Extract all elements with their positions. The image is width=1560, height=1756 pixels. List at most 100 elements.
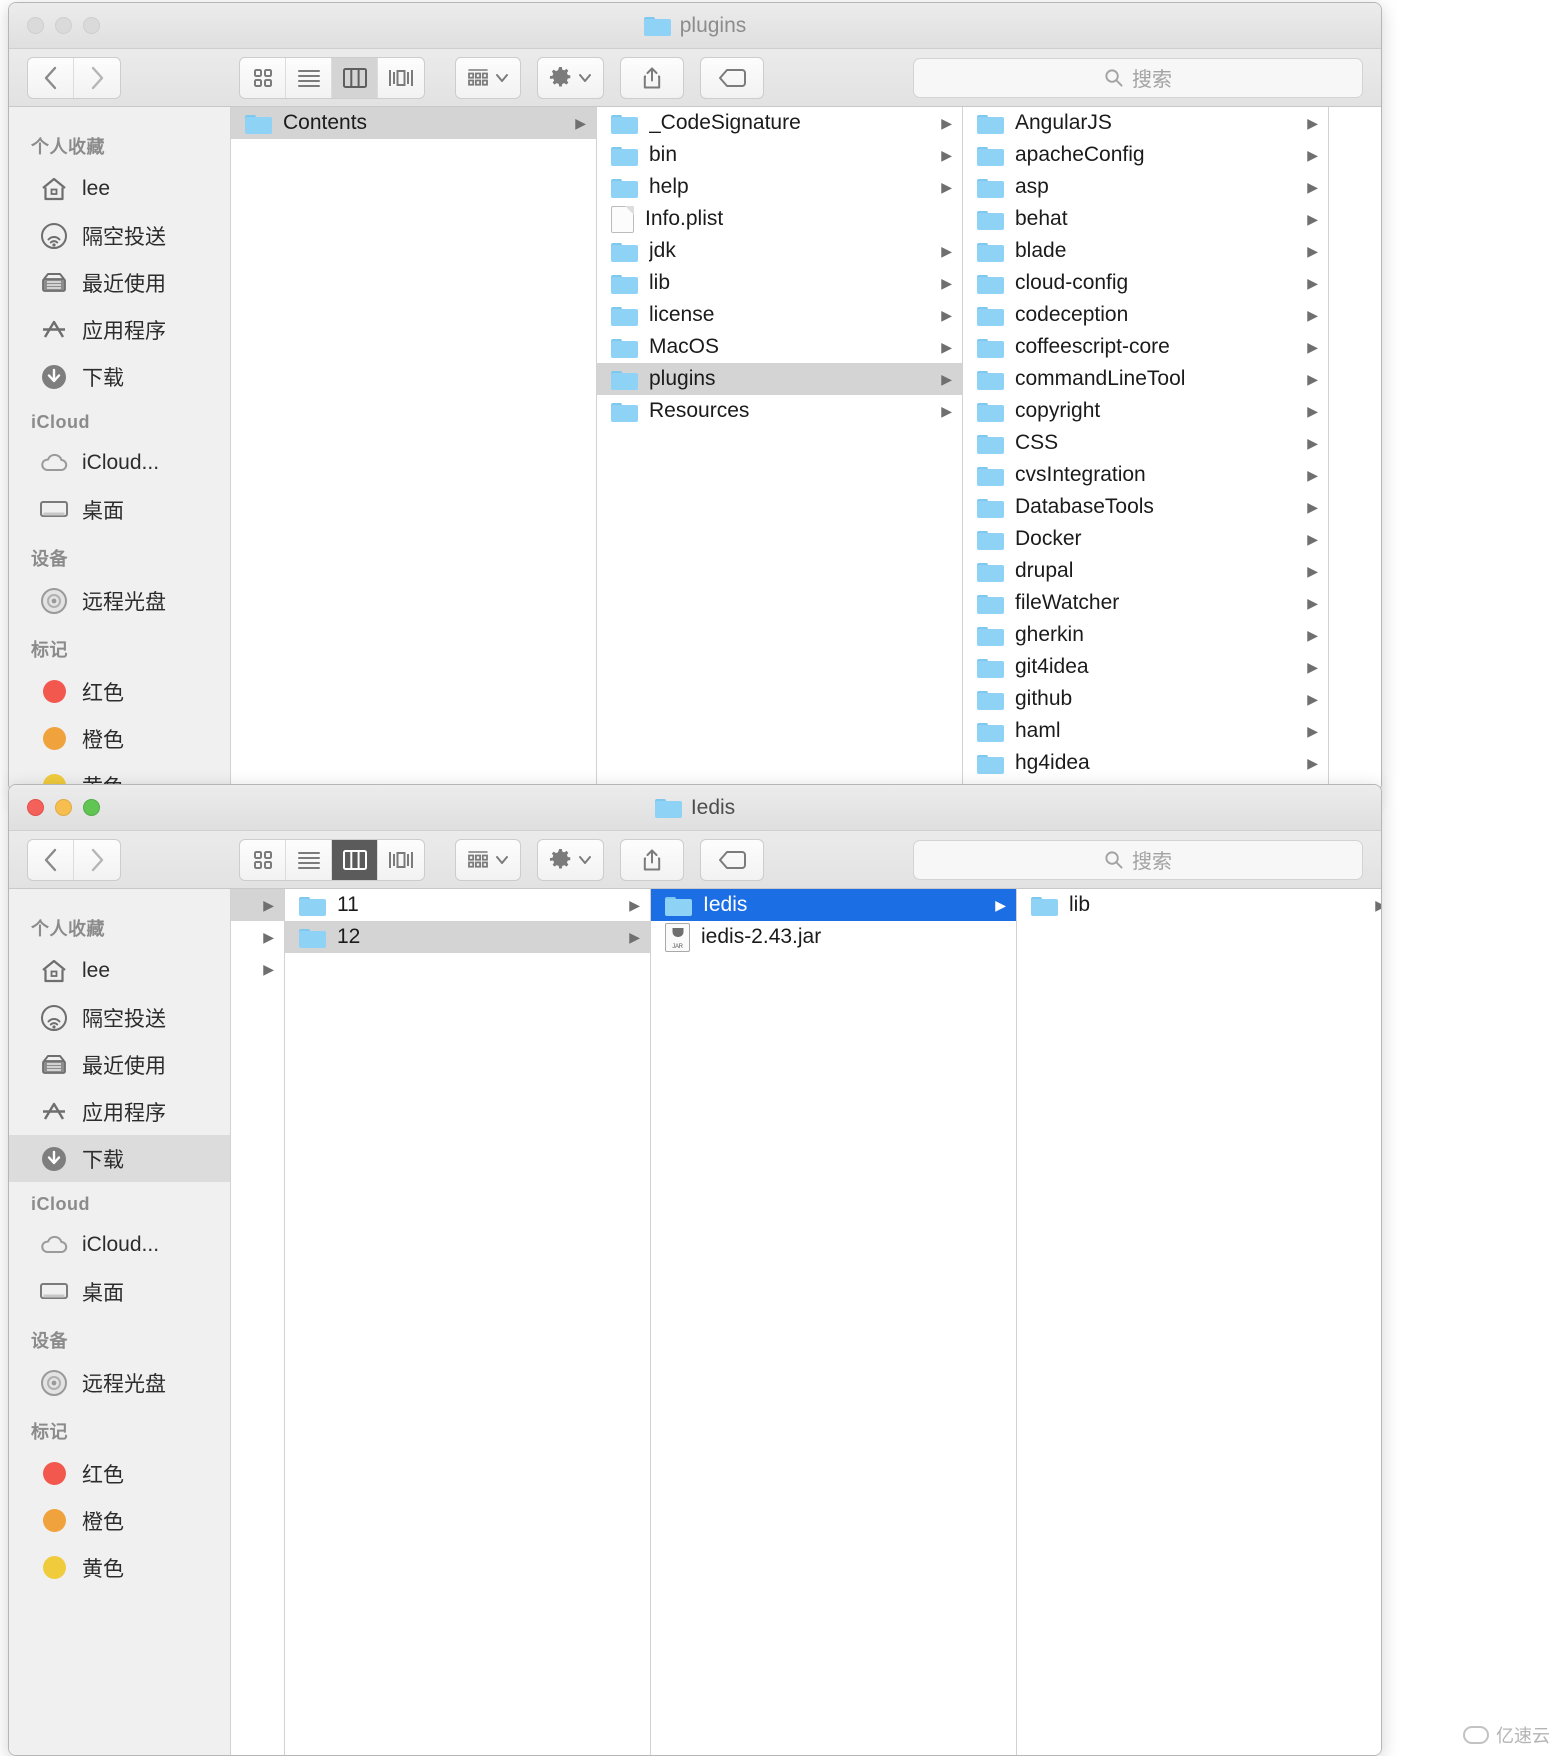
- disclosure-arrow-icon[interactable]: ▶: [1307, 244, 1318, 258]
- file-row[interactable]: CSS ▶: [963, 427, 1328, 459]
- column-view-button[interactable]: [332, 57, 378, 98]
- sidebar-item-隔空投送[interactable]: 隔空投送: [9, 994, 230, 1041]
- action-menu-button[interactable]: [537, 56, 604, 99]
- file-row[interactable]: copyright ▶: [963, 395, 1328, 427]
- disclosure-arrow-icon[interactable]: ▶: [1307, 180, 1318, 194]
- disclosure-arrow-icon[interactable]: ▶: [629, 930, 640, 944]
- icon-view-button[interactable]: [240, 57, 286, 98]
- file-row[interactable]: fileWatcher ▶: [963, 587, 1328, 619]
- disclosure-arrow-icon[interactable]: ▶: [263, 898, 274, 912]
- disclosure-arrow-icon[interactable]: ▶: [1307, 212, 1318, 226]
- zoom-button[interactable]: [83, 799, 100, 816]
- sidebar-item-lee[interactable]: lee: [9, 947, 230, 994]
- file-row[interactable]: ▶: [231, 953, 284, 985]
- disclosure-arrow-icon[interactable]: ▶: [1307, 532, 1318, 546]
- file-row[interactable]: apacheConfig ▶: [963, 139, 1328, 171]
- list-view-button[interactable]: [286, 839, 332, 880]
- disclosure-arrow-icon[interactable]: ▶: [941, 148, 952, 162]
- browser-column[interactable]: AngularJS ▶ apacheConfig ▶ asp ▶ behat ▶ blade ▶ c…: [963, 107, 1329, 791]
- file-row[interactable]: ▶: [231, 921, 284, 953]
- sidebar-item-lee[interactable]: lee: [9, 165, 230, 212]
- file-row[interactable]: Info.plist▶: [597, 203, 962, 235]
- toolbar[interactable]: 搜索: [9, 49, 1381, 107]
- sidebar-item-icloud-[interactable]: iCloud...: [9, 439, 230, 486]
- disclosure-arrow-icon[interactable]: ▶: [263, 930, 274, 944]
- disclosure-arrow-icon[interactable]: ▶: [1307, 116, 1318, 130]
- browser-column[interactable]: ▶ ▶ ▶: [231, 889, 285, 1755]
- file-row[interactable]: jdk ▶: [597, 235, 962, 267]
- file-row[interactable]: asp ▶: [963, 171, 1328, 203]
- sidebar-item-桌面[interactable]: 桌面: [9, 1268, 230, 1315]
- file-row[interactable]: commandLineTool ▶: [963, 363, 1328, 395]
- column-browser[interactable]: Contents ▶ _CodeSignature ▶ bin ▶ help ▶ Info.pl…: [231, 107, 1381, 791]
- minimize-button[interactable]: [55, 17, 72, 34]
- disclosure-arrow-icon[interactable]: ▶: [1307, 724, 1318, 738]
- disclosure-arrow-icon[interactable]: ▶: [1307, 308, 1318, 322]
- gallery-view-button[interactable]: [378, 840, 424, 880]
- column-view-button[interactable]: [332, 839, 378, 880]
- sidebar-item-黄色[interactable]: 黄色: [9, 1544, 230, 1591]
- minimize-button[interactable]: [55, 799, 72, 816]
- disclosure-arrow-icon[interactable]: ▶: [941, 276, 952, 290]
- disclosure-arrow-icon[interactable]: ▶: [941, 404, 952, 418]
- share-button[interactable]: [620, 838, 684, 881]
- disclosure-arrow-icon[interactable]: ▶: [1307, 596, 1318, 610]
- disclosure-arrow-icon[interactable]: ▶: [1307, 468, 1318, 482]
- sidebar-item-红色[interactable]: 红色: [9, 668, 230, 715]
- zoom-button[interactable]: [83, 17, 100, 34]
- tag-button[interactable]: [700, 56, 764, 99]
- window-controls[interactable]: [9, 799, 100, 816]
- disclosure-arrow-icon[interactable]: ▶: [1375, 898, 1381, 912]
- window-controls[interactable]: [9, 17, 100, 34]
- file-row[interactable]: ▶: [231, 889, 284, 921]
- file-row[interactable]: hg4idea ▶: [963, 747, 1328, 779]
- file-row[interactable]: gherkin ▶: [963, 619, 1328, 651]
- file-row[interactable]: DatabaseTools ▶: [963, 491, 1328, 523]
- file-row[interactable]: bin ▶: [597, 139, 962, 171]
- file-row[interactable]: Docker ▶: [963, 523, 1328, 555]
- file-row[interactable]: cloud-config ▶: [963, 267, 1328, 299]
- disclosure-arrow-icon[interactable]: ▶: [1307, 436, 1318, 450]
- close-button[interactable]: [27, 799, 44, 816]
- disclosure-arrow-icon[interactable]: ▶: [629, 898, 640, 912]
- file-row[interactable]: 12 ▶: [285, 921, 650, 953]
- arrange-button[interactable]: [455, 838, 521, 881]
- sidebar-item-最近使用[interactable]: 最近使用: [9, 1041, 230, 1088]
- sidebar-item-远程光盘[interactable]: 远程光盘: [9, 577, 230, 624]
- arrange-button[interactable]: [455, 56, 521, 99]
- disclosure-arrow-icon[interactable]: ▶: [941, 340, 952, 354]
- file-row[interactable]: lib ▶: [597, 267, 962, 299]
- back-button[interactable]: [28, 839, 74, 880]
- disclosure-arrow-icon[interactable]: ▶: [941, 116, 952, 130]
- disclosure-arrow-icon[interactable]: ▶: [1307, 756, 1318, 770]
- file-row[interactable]: Iedis ▶: [651, 889, 1016, 921]
- navigation-group[interactable]: [27, 838, 121, 881]
- sidebar-item-橙色[interactable]: 橙色: [9, 1497, 230, 1544]
- view-mode-group[interactable]: [239, 56, 425, 99]
- file-row[interactable]: lib ▶: [1017, 889, 1381, 921]
- gallery-view-button[interactable]: [378, 58, 424, 98]
- file-row[interactable]: codeception ▶: [963, 299, 1328, 331]
- column-browser[interactable]: ▶▶▶11▶12▶Iedis▶JARiedis-2.43.jar▶lib▶: [231, 889, 1381, 1755]
- icon-view-button[interactable]: [240, 839, 286, 880]
- disclosure-arrow-icon[interactable]: ▶: [1307, 628, 1318, 642]
- titlebar[interactable]: plugins: [9, 3, 1381, 49]
- file-row[interactable]: haml ▶: [963, 715, 1328, 747]
- sidebar-item-桌面[interactable]: 桌面: [9, 486, 230, 533]
- forward-button[interactable]: [74, 58, 120, 98]
- disclosure-arrow-icon[interactable]: ▶: [995, 898, 1006, 912]
- disclosure-arrow-icon[interactable]: ▶: [1307, 372, 1318, 386]
- file-row[interactable]: git4idea ▶: [963, 651, 1328, 683]
- file-row[interactable]: blade ▶: [963, 235, 1328, 267]
- file-row[interactable]: Resources ▶: [597, 395, 962, 427]
- search-field[interactable]: 搜索: [913, 57, 1363, 98]
- disclosure-arrow-icon[interactable]: ▶: [1307, 692, 1318, 706]
- file-row[interactable]: coffeescript-core ▶: [963, 331, 1328, 363]
- disclosure-arrow-icon[interactable]: ▶: [941, 244, 952, 258]
- disclosure-arrow-icon[interactable]: ▶: [1307, 404, 1318, 418]
- file-row[interactable]: 11 ▶: [285, 889, 650, 921]
- disclosure-arrow-icon[interactable]: ▶: [1307, 148, 1318, 162]
- sidebar-item-应用程序[interactable]: 应用程序: [9, 1088, 230, 1135]
- sidebar-item-橙色[interactable]: 橙色: [9, 715, 230, 762]
- search-field[interactable]: 搜索: [913, 839, 1363, 880]
